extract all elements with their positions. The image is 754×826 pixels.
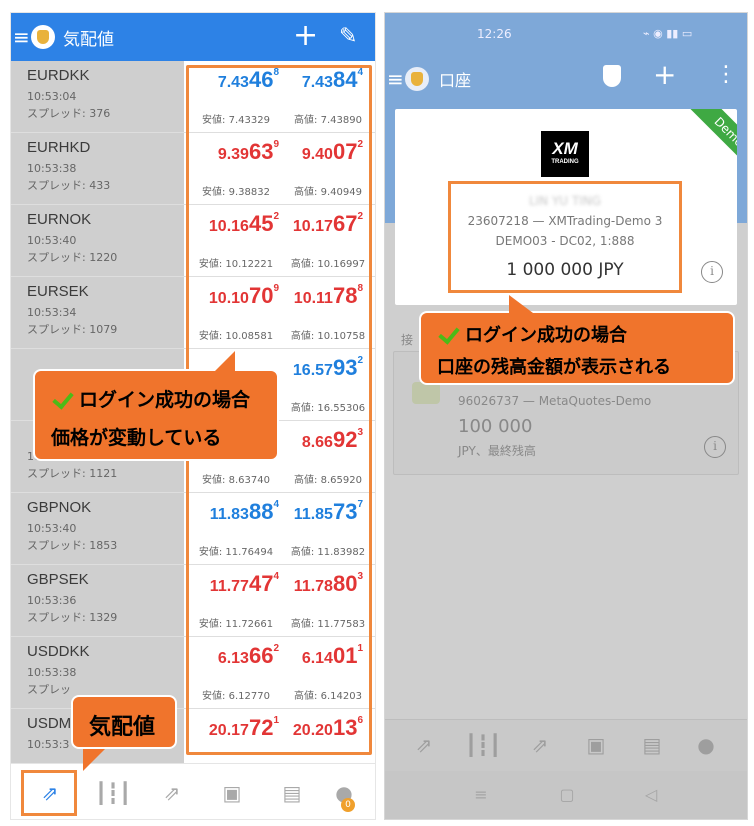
accounts-screen: 12:26 ⌁ ◉ ▮▮ ▭ ≡ 口座 + ⋮ Demo XM TRADING … [384, 12, 748, 820]
add-account-icon[interactable]: + [653, 61, 676, 89]
bottom-nav: ⇗ ┃┇┃ ⇗ ▣ ▤ ● [385, 719, 747, 771]
symbol-cell: EURSEK 10:53:34 スプレッド: 1079 [11, 277, 184, 348]
quote-spread: スプレッド: 1220 [27, 251, 118, 264]
symbol-name: EURSEK [27, 283, 89, 300]
symbol-name: GBPSEK [27, 571, 89, 588]
demo-ribbon: Demo [687, 109, 737, 174]
symbol-name: USDDKK [27, 643, 90, 660]
quote-time: 10:53:3 [27, 738, 70, 751]
quote-spread: スプレッド: 1079 [27, 323, 118, 336]
status-icons: ⌁ ◉ ▮▮ ▭ [643, 27, 693, 40]
page: ≡ 気配値 + ✎ EURDKK 10:53:04 スプレッド: 376 7.4346… [0, 0, 754, 826]
recents-icon[interactable]: ≡ [471, 785, 491, 804]
quotes-tab-icon[interactable]: ⇗ [409, 730, 439, 760]
system-nav-bar: ≡ ▢ ◁ [385, 771, 747, 819]
quote-spread: スプレッド: 1121 [27, 467, 118, 480]
quote-time: 10:53:34 [27, 306, 77, 319]
history-tab-icon[interactable]: ▣ [581, 730, 611, 760]
history-tab-icon[interactable]: ▣ [217, 778, 247, 808]
messages-badge: 0 [341, 798, 355, 812]
menu-icon[interactable]: ≡ [387, 67, 404, 91]
symbol-name: GBPNOK [27, 499, 92, 516]
balance-callout-line2: 口座の残高金額が表示される [437, 357, 671, 378]
chart-tab-icon[interactable]: ┃┇┃ [465, 730, 501, 760]
quote-spread: スプレッド: 1853 [27, 539, 118, 552]
price-callout-line1: ログイン成功の場合 [79, 389, 251, 411]
quotes-screen: ≡ 気配値 + ✎ EURDKK 10:53:04 スプレッド: 376 7.4346… [10, 12, 376, 820]
shield-icon[interactable] [603, 65, 621, 87]
bottom-nav: ⇗ ┃┇┃ ⇗ ▣ ▤ ● 0 [11, 763, 375, 819]
quotes-header: ≡ 気配値 [11, 13, 375, 61]
symbol-cell: GBPNOK 10:53:40 スプレッド: 1853 [11, 493, 184, 564]
symbol-cell: EURNOK 10:53:40 スプレッド: 1220 [11, 205, 184, 276]
edit-pencil-icon[interactable]: ✎ [339, 23, 357, 51]
active-account-card[interactable]: Demo XM TRADING LIN YU TING 23607218 — X… [395, 109, 737, 305]
quote-spread: スプレッド: 376 [27, 107, 111, 120]
symbol-name: EURNOK [27, 211, 92, 228]
quote-spread: スプレッ [27, 683, 71, 696]
news-tab-icon[interactable]: ▤ [637, 730, 667, 760]
info-icon[interactable]: i [704, 436, 726, 458]
chart-tab-icon[interactable]: ┃┇┃ [95, 778, 131, 808]
symbol-cell: EURDKK 10:53:04 スプレッド: 376 [11, 61, 184, 132]
back-icon[interactable]: ◁ [641, 785, 661, 804]
check-icon [51, 388, 75, 410]
xm-logo: XM TRADING [541, 131, 589, 177]
account-highlight-frame: LIN YU TING 23607218 — XMTrading-Demo 3 … [448, 181, 682, 293]
app-logo-icon [31, 25, 55, 49]
symbol-cell: EURHKD 10:53:38 スプレッド: 433 [11, 133, 184, 204]
account2-number: 96026737 — MetaQuotes-Demo [458, 394, 652, 408]
news-tab-icon[interactable]: ▤ [277, 778, 307, 808]
page-title: 気配値 [63, 29, 114, 50]
quote-time: 10:53:38 [27, 666, 77, 679]
quotes-callout-text: 気配値 [89, 715, 156, 740]
account-number: 23607218 — XMTrading-Demo 3 [467, 214, 663, 228]
page-title: 口座 [439, 71, 472, 90]
accounts-header: ≡ 口座 [385, 53, 747, 105]
symbol-name: EURHKD [27, 139, 91, 156]
symbol-name: USDM [27, 715, 72, 732]
quote-time: 10:53:38 [27, 162, 77, 175]
add-symbol-icon[interactable]: + [293, 21, 318, 51]
quote-time: 10:53:36 [27, 594, 77, 607]
account-balance: 1 000 000 JPY [506, 260, 624, 280]
home-icon[interactable]: ▢ [557, 785, 577, 804]
quote-spread: スプレッド: 433 [27, 179, 111, 192]
symbol-name: EURDKK [27, 67, 90, 84]
check-icon [437, 323, 461, 345]
account-holder-name: LIN YU TING [528, 194, 602, 208]
symbol-cell: GBPSEK 10:53:36 スプレッド: 1329 [11, 565, 184, 636]
account-avatar-icon [412, 382, 440, 404]
messages-tab-icon[interactable]: ● [691, 730, 721, 760]
trade-tab-icon[interactable]: ⇗ [525, 730, 555, 760]
app-logo-icon [405, 67, 429, 91]
section-label: 接 [401, 333, 414, 347]
quote-spread: スプレッド: 1329 [27, 611, 118, 624]
quote-time: 10:53:40 [27, 234, 77, 247]
trade-tab-icon[interactable]: ⇗ [157, 778, 187, 808]
account-server: DEMO03 - DC02, 1:888 [495, 234, 635, 248]
status-time: 12:26 [477, 27, 512, 41]
price-callout: ログイン成功の場合 価格が変動している [33, 351, 279, 461]
quotes-callout: 気配値 [71, 695, 177, 771]
account2-balance: 100 000 [458, 416, 533, 437]
info-icon[interactable]: i [701, 261, 723, 283]
menu-icon[interactable]: ≡ [13, 27, 30, 47]
quote-time: 10:53:04 [27, 90, 77, 103]
balance-callout-line1: ログイン成功の場合 [465, 325, 627, 346]
account2-subtitle: JPY、最終残高 [458, 444, 536, 458]
more-vert-icon[interactable]: ⋮ [715, 63, 737, 87]
price-callout-line2: 価格が変動している [51, 427, 222, 449]
quote-time: 10:53:40 [27, 522, 77, 535]
quotes-tab-icon[interactable]: ⇗ [35, 778, 65, 808]
balance-callout: ログイン成功の場合 口座の残高金額が表示される [419, 295, 735, 385]
